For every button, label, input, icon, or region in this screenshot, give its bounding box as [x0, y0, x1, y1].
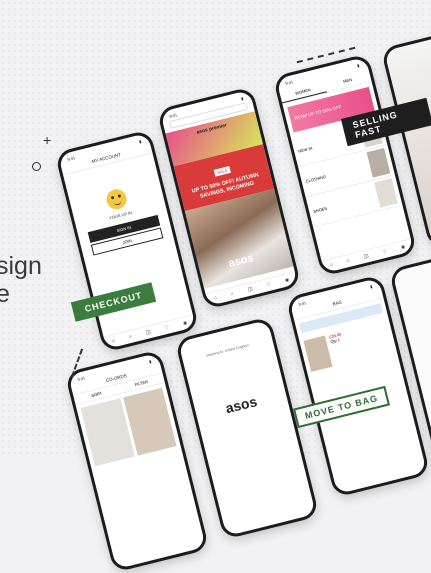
- status-time: 9:41: [168, 112, 178, 119]
- hero-title-line-2: e: [0, 280, 10, 308]
- battery-icon: ▮: [148, 358, 152, 365]
- user-icon[interactable]: ◉: [400, 244, 406, 251]
- hero-title-line-1: sign: [0, 252, 42, 280]
- hero-title: sign e: [0, 252, 42, 308]
- user-icon[interactable]: ◉: [182, 320, 188, 327]
- battery-icon: ▮: [138, 138, 142, 145]
- smiley-icon: [104, 187, 129, 212]
- sale-badge: SALE: [213, 165, 232, 177]
- battery-icon: ▮: [240, 95, 244, 102]
- user-icon[interactable]: ◉: [284, 277, 290, 284]
- search-icon[interactable]: ⌕: [346, 258, 350, 265]
- shipping-text: Shipping to: United Kingdom: [205, 343, 250, 358]
- heart-icon[interactable]: ♡: [164, 325, 170, 332]
- search-icon[interactable]: ⌕: [128, 334, 132, 341]
- bag-icon[interactable]: ◫: [247, 286, 253, 293]
- plus-icon: +: [43, 132, 52, 148]
- bag-icon[interactable]: ◫: [145, 329, 151, 336]
- battery-icon: ▮: [356, 62, 360, 69]
- bag-icon[interactable]: ◫: [363, 253, 369, 260]
- heart-icon[interactable]: ♡: [382, 249, 388, 256]
- product-image: [303, 335, 333, 372]
- heart-icon[interactable]: ♡: [266, 282, 272, 289]
- home-icon[interactable]: ⌂: [329, 262, 333, 269]
- brand-logo: asos: [227, 252, 255, 270]
- search-icon[interactable]: ⌕: [230, 291, 234, 298]
- home-icon[interactable]: ⌂: [111, 338, 115, 345]
- status-time: 9:41: [284, 79, 294, 86]
- asos-logo: asos: [223, 393, 259, 417]
- home-icon[interactable]: ⌂: [213, 295, 217, 302]
- battery-icon: ▮: [369, 283, 373, 290]
- circle-icon: [32, 162, 41, 171]
